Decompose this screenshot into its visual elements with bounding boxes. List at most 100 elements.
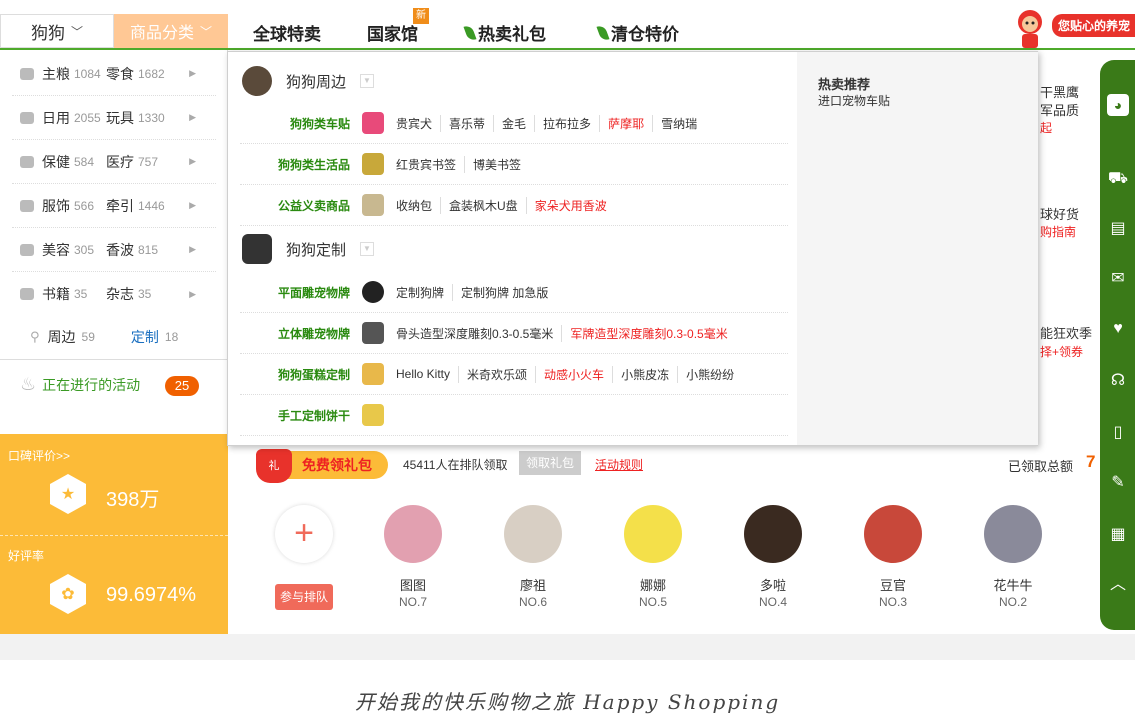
item-link[interactable]: 定制狗牌 <box>396 284 452 301</box>
subcategory-name[interactable]: 立体雕宠物牌 <box>240 325 350 342</box>
queue-user[interactable]: 廖祖 NO.6 <box>503 505 563 609</box>
hot-recommend-item[interactable]: 进口宠物车贴 <box>818 92 890 109</box>
menu-item-surround[interactable]: 周边 <box>48 327 76 347</box>
promo-text[interactable]: 能狂欢季 <box>1040 323 1092 342</box>
item-link[interactable]: 贵宾犬 <box>396 115 440 132</box>
menu-item-medical[interactable]: 医疗 757 ▶ <box>106 152 196 172</box>
queue-user[interactable]: 图图 NO.7 <box>383 505 443 609</box>
promo-text[interactable]: 球好货 <box>1040 204 1079 223</box>
promo-text[interactable]: 军品质 <box>1040 100 1079 119</box>
menu-item-magazine[interactable]: 杂志 35 ▶ <box>106 284 196 304</box>
new-badge: 新 <box>413 8 429 24</box>
mascot-banner[interactable]: 您贴心的养宠 <box>1010 6 1135 50</box>
subcategory-name[interactable]: 平面雕宠物牌 <box>240 284 350 301</box>
chevron-up-icon[interactable]: ︿ <box>1107 574 1129 596</box>
subcategory-name[interactable]: 手工定制饼干 <box>240 407 350 424</box>
item-link[interactable]: 萨摩耶 <box>599 114 652 132</box>
item-link[interactable]: 红贵宾书签 <box>396 156 464 173</box>
item-link[interactable]: 雪纳瑞 <box>652 114 705 132</box>
item-link[interactable]: 动感小火车 <box>535 365 612 383</box>
queue-user[interactable]: 娜娜 NO.5 <box>623 505 683 609</box>
arrow-right-icon: ▶ <box>189 112 196 122</box>
nav-link-clearance[interactable]: 清仓特价 <box>596 20 679 45</box>
item-link[interactable]: 骨头造型深度雕刻0.3-0.5毫米 <box>396 325 561 342</box>
group-title[interactable]: 狗狗定制 <box>286 239 346 260</box>
item-link[interactable]: 军牌造型深度雕刻0.3-0.5毫米 <box>561 324 735 342</box>
pet-type-select[interactable]: 狗狗 ﹀ <box>0 14 114 48</box>
join-queue-button[interactable]: 参与排队 <box>275 584 333 610</box>
menu-item-snack[interactable]: 零食 1682 ▶ <box>106 64 196 84</box>
top-nav: 狗狗 ﹀ 商品分类 ﹀ 全球特卖 国家馆 新 热卖礼包 清仓特价 您贴心的养宠 <box>0 8 1135 50</box>
menu-item-staple[interactable]: 主粮 1084 <box>12 64 106 84</box>
cart-icon[interactable]: ⛟ <box>1107 168 1129 190</box>
item-link[interactable]: 收纳包 <box>396 197 440 214</box>
activity-row[interactable]: ♨ 正在进行的活动 25 <box>0 359 228 409</box>
promo-link[interactable]: 择+领券 <box>1040 343 1083 360</box>
hot-recommend-panel <box>797 52 1038 445</box>
item-link[interactable]: 盒装枫木U盘 <box>440 196 526 214</box>
queue-user[interactable]: 多啦 NO.4 <box>743 505 803 609</box>
receive-gift-button[interactable]: 领取礼包 <box>519 451 581 475</box>
category-menu: 主粮 1084 零食 1682 ▶ 日用 2055 玩具 1330 ▶ 保健 584 医疗 75… <box>0 50 228 314</box>
category-button[interactable]: 商品分类 ﹀ <box>114 14 228 48</box>
order-list-icon[interactable]: ▤ <box>1107 218 1129 240</box>
item-link[interactable]: 拉布拉多 <box>534 114 599 132</box>
headset-icon[interactable]: ☊ <box>1107 370 1129 392</box>
surround-custom-row: ⚲ 周边 59 定制 18 <box>0 315 228 359</box>
menu-item-custom[interactable]: 定制 <box>131 327 159 347</box>
item-link[interactable]: 定制狗牌 加急版 <box>452 283 556 301</box>
rating-link[interactable]: 口碑评价>> <box>8 447 70 464</box>
subcategory-row: 狗狗蛋糕定制 Hello Kitty 米奇欢乐颂 动感小火车 小熊皮冻 小熊纷纷 <box>240 354 788 395</box>
dog-head-icon[interactable]: ◕ <box>1107 94 1129 116</box>
item-link[interactable]: 小熊纷纷 <box>677 365 742 383</box>
plus-icon[interactable]: + <box>275 505 333 563</box>
rules-link[interactable]: 活动规则 <box>595 456 643 473</box>
activity-count-badge: 25 <box>165 376 199 396</box>
beauty-icon <box>20 243 34 256</box>
menu-item-beauty[interactable]: 美容 305 <box>12 240 106 260</box>
chevron-down-icon[interactable]: ▼ <box>360 242 375 256</box>
menu-item-clothing[interactable]: 服饰 566 <box>12 196 106 216</box>
subcategory-name[interactable]: 狗狗类生活品 <box>240 156 350 173</box>
subcategory-name[interactable]: 公益义卖商品 <box>240 197 350 214</box>
menu-row: 服饰 566 牵引 1446 ▶ <box>12 184 216 228</box>
promo-price: 起 <box>1040 121 1053 135</box>
subcategory-name[interactable]: 狗狗蛋糕定制 <box>240 366 350 383</box>
nav-link-country-hall[interactable]: 国家馆 <box>367 20 418 45</box>
item-link[interactable]: 喜乐蒂 <box>440 114 493 132</box>
item-link[interactable]: 金毛 <box>493 114 534 132</box>
subcategory-name[interactable]: 狗狗类车贴 <box>240 115 350 132</box>
menu-item-toy[interactable]: 玩具 1330 ▶ <box>106 108 196 128</box>
heart-icon[interactable]: ♥ <box>1107 318 1129 340</box>
item-link[interactable]: 小熊皮冻 <box>612 365 677 383</box>
menu-item-books[interactable]: 书籍 35 <box>12 284 106 304</box>
health-icon <box>20 155 34 168</box>
flower-icon: ✿ <box>50 574 86 614</box>
promo-text[interactable]: 干黑鹰 <box>1040 82 1079 101</box>
item-link[interactable]: Hello Kitty <box>396 367 458 381</box>
menu-item-shampoo[interactable]: 香波 815 ▶ <box>106 240 196 260</box>
qrcode-icon[interactable]: ▦ <box>1107 524 1129 546</box>
subcategory-items: 贵宾犬 喜乐蒂 金毛 拉布拉多 萨摩耶 雪纳瑞 <box>396 114 705 132</box>
pencil-icon[interactable]: ✎ <box>1107 472 1129 494</box>
rating-value: 398万 <box>106 489 160 511</box>
item-link[interactable]: 博美书签 <box>464 155 529 173</box>
subcategory-items: 收纳包 盒装枫木U盘 家朵犬用香波 <box>396 196 615 214</box>
group-title[interactable]: 狗狗周边 <box>286 71 346 92</box>
item-link[interactable]: 家朵犬用香波 <box>525 196 615 214</box>
menu-item-leash[interactable]: 牵引 1446 ▶ <box>106 196 196 216</box>
dog-tag-photo <box>242 234 272 264</box>
nav-link-global-sale[interactable]: 全球特卖 <box>253 20 321 45</box>
message-icon[interactable]: ✉ <box>1107 268 1129 290</box>
menu-item-health[interactable]: 保健 584 <box>12 152 106 172</box>
queue-user[interactable]: 豆官 NO.3 <box>863 505 923 609</box>
phone-icon[interactable]: ▯ <box>1107 422 1129 444</box>
queue-user[interactable]: 花牛牛 NO.2 <box>983 505 1043 609</box>
arrow-right-icon: ▶ <box>189 200 196 210</box>
chevron-down-icon[interactable]: ▼ <box>360 74 375 88</box>
menu-item-daily[interactable]: 日用 2055 <box>12 108 106 128</box>
bookmark-icon <box>362 153 384 175</box>
nav-link-hot-gift[interactable]: 热卖礼包 <box>463 20 546 45</box>
promo-link[interactable]: 购指南 <box>1040 223 1076 240</box>
item-link[interactable]: 米奇欢乐颂 <box>458 365 535 383</box>
